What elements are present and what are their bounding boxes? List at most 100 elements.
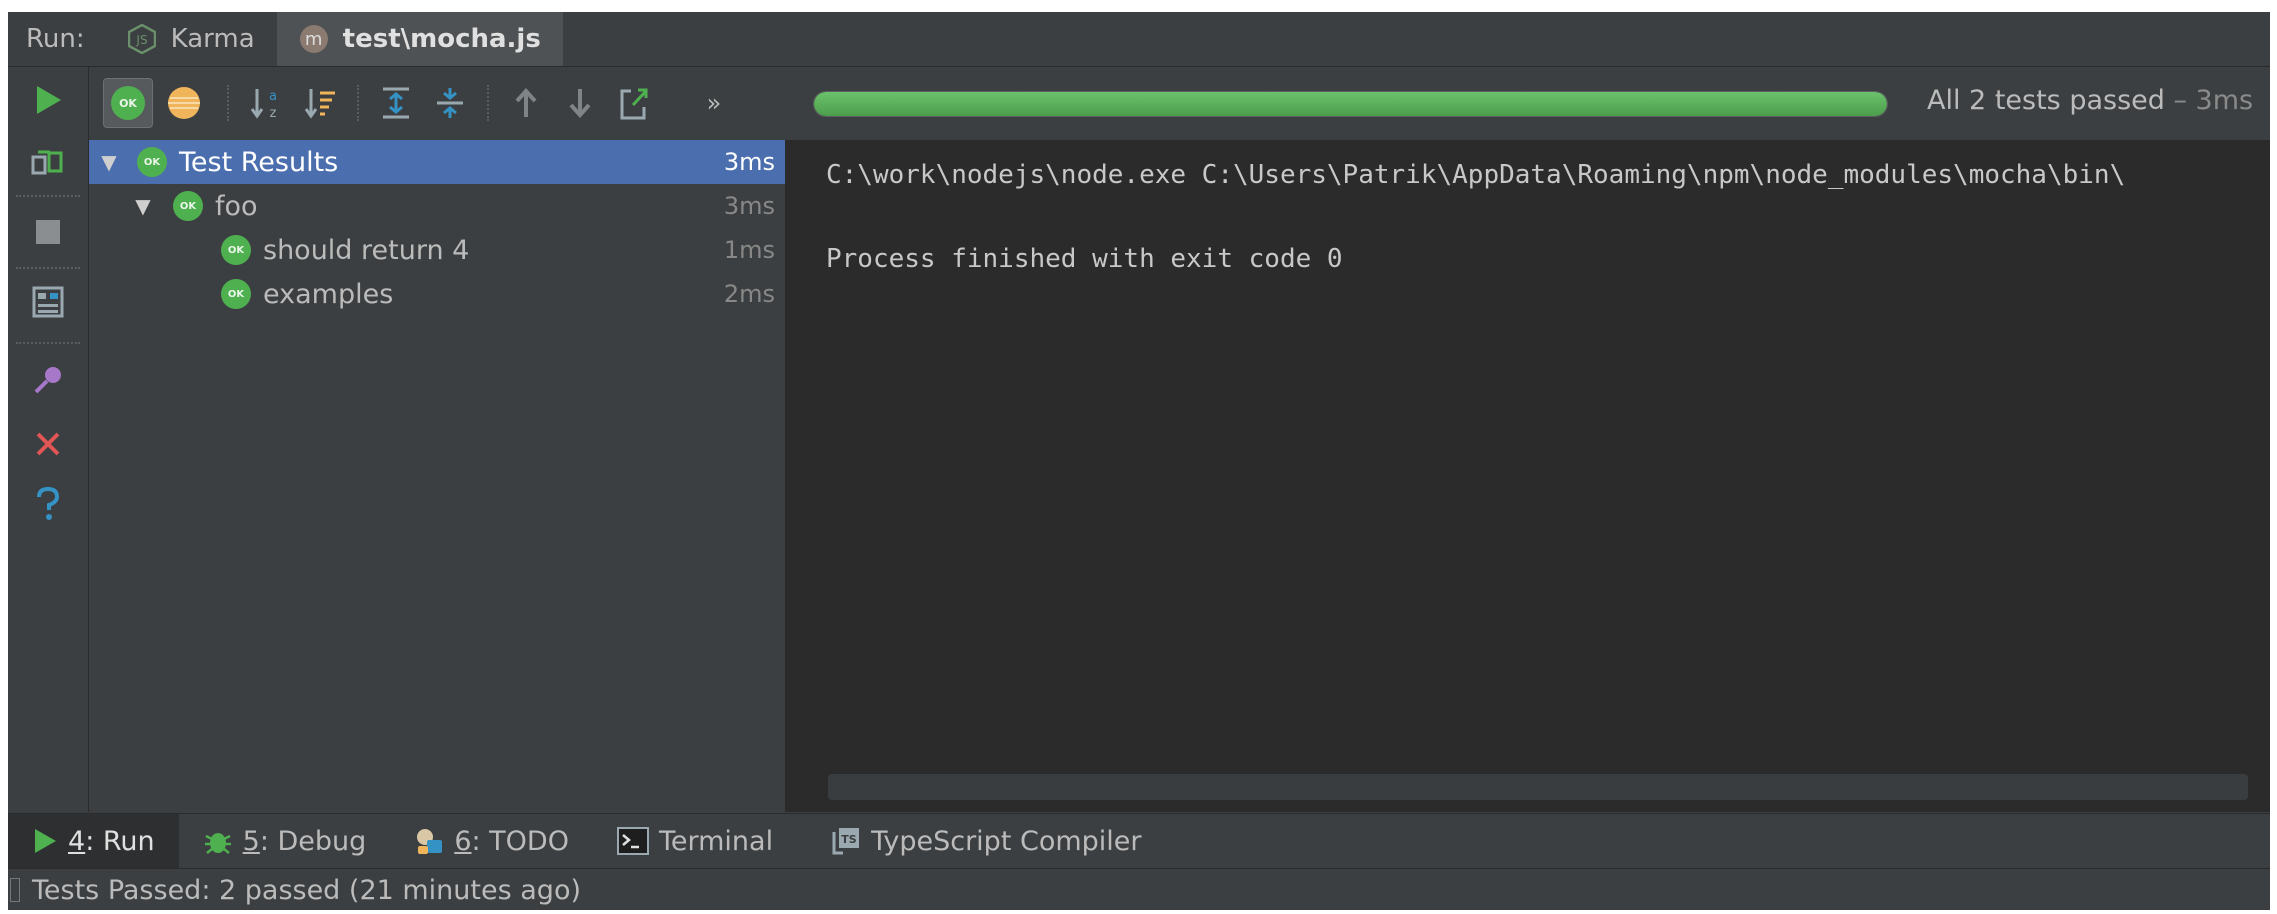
test-toolbar: OK az » All 2 tests passed – 3ms — [89, 67, 2270, 139]
typescript-icon: TS — [832, 828, 860, 855]
tool-window-bar: 4: Run 5: Debug 6: TODO Terminal TS Type… — [8, 813, 2270, 868]
tree-node-label: examples — [263, 278, 394, 310]
test-status-time: – 3ms — [2164, 85, 2254, 116]
toolbar-separator — [357, 85, 359, 121]
tool-tab-run-label: 4: Run — [68, 825, 155, 857]
console-command-line: C:\work\nodejs\node.exe C:\Users\Patrik\… — [826, 160, 2126, 190]
arrow-up-icon — [515, 88, 537, 117]
tree-node-duration: 3ms — [723, 192, 775, 220]
tree-node-duration: 2ms — [723, 280, 775, 308]
svg-text:z: z — [270, 106, 277, 121]
export-results-button[interactable] — [609, 78, 659, 128]
test-status: All 2 tests passed – 3ms — [1927, 85, 2253, 116]
expand-all-icon — [383, 87, 409, 119]
sort-by-duration-button[interactable] — [295, 78, 345, 128]
ok-icon: OK — [173, 191, 203, 221]
layout-button[interactable] — [23, 277, 73, 327]
tool-tab-typescript[interactable]: TS TypeScript Compiler — [807, 814, 1165, 868]
tool-windows-toggle[interactable] — [10, 878, 20, 902]
nodejs-icon: JS — [127, 24, 157, 54]
previous-test-button[interactable] — [501, 78, 551, 128]
horizontal-scrollbar[interactable] — [828, 774, 2248, 800]
show-ignored-button[interactable] — [159, 78, 209, 128]
tool-tab-todo[interactable]: 6: TODO — [390, 814, 593, 868]
ok-icon: OK — [137, 147, 167, 177]
ignored-icon — [168, 87, 200, 119]
sort-alpha-icon: az — [250, 89, 277, 121]
show-passed-button[interactable]: OK — [103, 78, 153, 128]
rerun-button[interactable] — [23, 75, 73, 125]
help-icon — [37, 487, 60, 520]
test-status-text: All 2 tests passed — [1927, 85, 2165, 116]
test-progress-fill — [814, 92, 1887, 116]
tab-karma[interactable]: JS Karma — [105, 12, 277, 66]
next-test-button[interactable] — [555, 78, 605, 128]
left-toolbar — [8, 67, 89, 812]
bug-icon — [204, 833, 231, 854]
more-chevron-icon: » — [706, 89, 722, 117]
ok-icon: OK — [111, 86, 145, 120]
tree-node-test-results[interactable]: ▼ OK Test Results 3ms — [89, 140, 785, 184]
pin-icon — [34, 367, 61, 394]
tree-node-test[interactable]: OK examples 2ms — [89, 272, 785, 316]
tree-node-label: foo — [215, 190, 258, 222]
test-results-tree: ▼ OK Test Results 3ms ▼ OK foo 3ms OK sh… — [89, 140, 786, 812]
status-bar-message[interactable]: Tests Passed: 2 passed (21 minutes ago) — [32, 875, 581, 906]
close-icon — [36, 432, 60, 456]
tool-tab-terminal[interactable]: Terminal — [593, 814, 797, 868]
help-button[interactable] — [23, 479, 73, 529]
more-actions-button[interactable]: » — [689, 78, 739, 128]
console-exit-line: Process finished with exit code 0 — [826, 244, 1343, 274]
toolbar-separator — [16, 342, 80, 344]
run-icon — [35, 829, 56, 853]
arrow-down-icon — [569, 89, 591, 118]
tree-node-duration: 1ms — [723, 236, 775, 264]
tree-node-duration: 3ms — [723, 148, 775, 176]
expand-all-button[interactable] — [371, 78, 421, 128]
ok-icon: OK — [221, 279, 251, 309]
tree-node-foo[interactable]: ▼ OK foo 3ms — [89, 184, 785, 228]
expand-arrow-icon[interactable]: ▼ — [131, 194, 155, 218]
stop-button[interactable] — [23, 207, 73, 257]
toolbar-separator — [227, 85, 229, 121]
tree-node-test[interactable]: OK should return 4 1ms — [89, 228, 785, 272]
ok-icon: OK — [221, 235, 251, 265]
tool-tab-terminal-label: Terminal — [658, 825, 774, 857]
run-label: Run: — [26, 24, 85, 54]
status-bar: Tests Passed: 2 passed (21 minutes ago) — [8, 868, 2270, 910]
toolbar-separator — [16, 267, 80, 269]
collapse-all-icon — [437, 88, 463, 118]
pin-tab-button[interactable] — [23, 355, 73, 405]
tool-tab-typescript-label: TypeScript Compiler — [871, 825, 1142, 857]
run-tab-bar: Run: JS Karma m test\mocha.js — [8, 12, 2270, 67]
run-tool-window: Run: JS Karma m test\mocha.js OK a z » A… — [8, 12, 2270, 910]
tool-tab-debug-label: 5: Debug — [242, 825, 367, 857]
tool-tab-todo-label: 6: TODO — [454, 825, 569, 857]
tool-tab-debug[interactable]: 5: Debug — [179, 814, 391, 868]
stop-icon — [36, 220, 60, 244]
mocha-badge: m — [299, 25, 328, 53]
collapse-all-button[interactable] — [425, 78, 475, 128]
svg-text:JS: JS — [135, 33, 147, 47]
svg-text:a: a — [269, 89, 277, 104]
console-output[interactable]: C:\work\nodejs\node.exe C:\Users\Patrik\… — [786, 140, 2270, 812]
svg-text:TS: TS — [841, 833, 857, 846]
sort-alphabetically-button[interactable]: az — [241, 78, 291, 128]
terminal-icon — [616, 827, 649, 855]
test-progress-bar — [813, 91, 1888, 117]
rerun-failed-button[interactable] — [23, 139, 73, 189]
tree-node-label: Test Results — [179, 146, 339, 178]
tab-mocha-label: test\mocha.js — [342, 24, 541, 54]
todo-icon — [417, 829, 443, 854]
tree-node-label: should return 4 — [263, 234, 470, 266]
export-icon — [620, 88, 648, 120]
layout-icon — [32, 286, 64, 318]
tab-karma-label: Karma — [170, 24, 255, 54]
tab-mocha[interactable]: m test\mocha.js — [276, 12, 563, 66]
close-button[interactable] — [23, 419, 73, 469]
toolbar-separator — [16, 195, 80, 197]
expand-arrow-icon[interactable]: ▼ — [97, 150, 121, 174]
tool-tab-run[interactable]: 4: Run — [8, 814, 179, 868]
rerun-failed-icon — [31, 150, 63, 175]
sort-duration-icon — [304, 89, 335, 119]
